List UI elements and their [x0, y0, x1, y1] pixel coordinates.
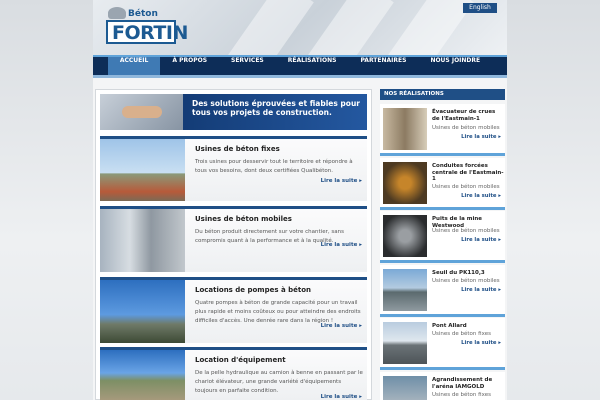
- nav-accueil[interactable]: ACCUEIL: [107, 57, 161, 75]
- service-title[interactable]: Location d'équipement: [195, 356, 286, 364]
- logo-fortin: FORTIN: [112, 22, 188, 44]
- service-description: De la pelle hydraulique au camion à benn…: [195, 370, 363, 394]
- nav-nous-joindre[interactable]: NOUS JOINDRE: [418, 57, 492, 75]
- banner-text: Des solutions éprouvées et fiables pour …: [192, 99, 360, 117]
- main-content: Des solutions éprouvées et fiables pour …: [95, 89, 372, 400]
- read-more-link[interactable]: Lire la suite: [321, 394, 362, 400]
- service-image: [100, 280, 185, 343]
- service-description: Quatre pompes à béton de grande capacité…: [195, 300, 361, 324]
- realisation-item: Agrandissement de l'aréna IAMGOLD Usines…: [380, 372, 505, 400]
- nav-realisations[interactable]: RÉALISATIONS: [276, 57, 349, 75]
- realisation-item: Évacuateur de crues de l'Eastmain-1 Usin…: [380, 104, 505, 156]
- realisation-type: Usines de béton fixes: [432, 392, 491, 398]
- service-card: Usines de béton fixes Trois usines pour …: [100, 136, 367, 201]
- read-more-link[interactable]: Lire la suite: [321, 323, 362, 329]
- realisation-title[interactable]: Pont Allard: [432, 323, 504, 330]
- sidebar-realisations: NOS RÉALISATIONS Évacuateur de crues de …: [380, 89, 505, 400]
- handshake-image: [100, 94, 183, 130]
- mixer-icon: [108, 7, 126, 19]
- service-card: Location d'équipement De la pelle hydrau…: [100, 347, 367, 400]
- service-card: Locations de pompes à béton Quatre pompe…: [100, 277, 367, 343]
- header-decoration: [212, 0, 314, 55]
- read-more-link[interactable]: Lire la suite: [461, 340, 501, 346]
- realisation-type: Usines de béton mobiles: [432, 228, 500, 234]
- main-nav: ACCUEIL À PROPOS SERVICES RÉALISATIONS P…: [93, 55, 507, 75]
- page-container: Béton FORTIN English ACCUEIL À PROPOS SE…: [93, 0, 507, 400]
- service-image: [100, 209, 185, 272]
- service-card: Usines de béton mobiles Du béton produit…: [100, 206, 367, 272]
- read-more-link[interactable]: Lire la suite: [461, 134, 501, 140]
- realisation-image: [383, 162, 427, 204]
- realisation-image: [383, 215, 427, 257]
- site-logo[interactable]: Béton FORTIN: [106, 7, 188, 45]
- realisation-item: Puits de la mine Westwood Usines de béto…: [380, 211, 505, 263]
- sidebar-heading: NOS RÉALISATIONS: [380, 89, 505, 100]
- service-description: Trois usines pour desservir tout le terr…: [195, 159, 353, 174]
- page-background-left: [0, 0, 93, 400]
- language-link[interactable]: English: [463, 3, 497, 13]
- logo-box: FORTIN: [106, 20, 188, 44]
- read-more-link[interactable]: Lire la suite: [321, 242, 362, 248]
- realisation-type: Usines de béton mobiles: [432, 125, 500, 131]
- nav-services[interactable]: SERVICES: [219, 57, 276, 75]
- logo-beton: Béton: [128, 9, 158, 19]
- service-image: [100, 139, 185, 201]
- realisation-item: Pont Allard Usines de béton fixes Lire l…: [380, 318, 505, 370]
- realisation-image: [383, 322, 427, 364]
- realisation-image: [383, 108, 427, 150]
- nav-partenaires[interactable]: PARTENAIRES: [348, 57, 418, 75]
- service-title[interactable]: Usines de béton mobiles: [195, 215, 292, 223]
- realisation-title[interactable]: Seuil du PK110,3: [432, 270, 504, 277]
- realisation-image: [383, 269, 427, 311]
- realisation-item: Conduites forcées centrale de l'Eastmain…: [380, 158, 505, 210]
- site-header: Béton FORTIN English: [93, 0, 507, 55]
- realisation-title[interactable]: Conduites forcées centrale de l'Eastmain…: [432, 163, 504, 183]
- service-title[interactable]: Locations de pompes à béton: [195, 286, 311, 294]
- page-background-right: [507, 0, 600, 400]
- read-more-link[interactable]: Lire la suite: [321, 178, 362, 184]
- realisation-item: Seuil du PK110,3 Usines de béton mobiles…: [380, 265, 505, 317]
- service-title[interactable]: Usines de béton fixes: [195, 145, 280, 153]
- handshake-icon: [122, 106, 162, 118]
- realisation-type: Usines de béton mobiles: [432, 184, 500, 190]
- nav-a-propos[interactable]: À PROPOS: [160, 57, 219, 75]
- hero-banner: Des solutions éprouvées et fiables pour …: [100, 94, 367, 130]
- realisation-title[interactable]: Évacuateur de crues de l'Eastmain-1: [432, 109, 504, 122]
- realisation-type: Usines de béton mobiles: [432, 278, 500, 284]
- realisation-type: Usines de béton fixes: [432, 331, 491, 337]
- realisation-image: [383, 376, 427, 400]
- read-more-link[interactable]: Lire la suite: [461, 287, 501, 293]
- read-more-link[interactable]: Lire la suite: [461, 237, 501, 243]
- nav-underline: [93, 75, 507, 78]
- service-image: [100, 350, 185, 400]
- realisation-title[interactable]: Agrandissement de l'aréna IAMGOLD: [432, 377, 504, 390]
- read-more-link[interactable]: Lire la suite: [461, 193, 501, 199]
